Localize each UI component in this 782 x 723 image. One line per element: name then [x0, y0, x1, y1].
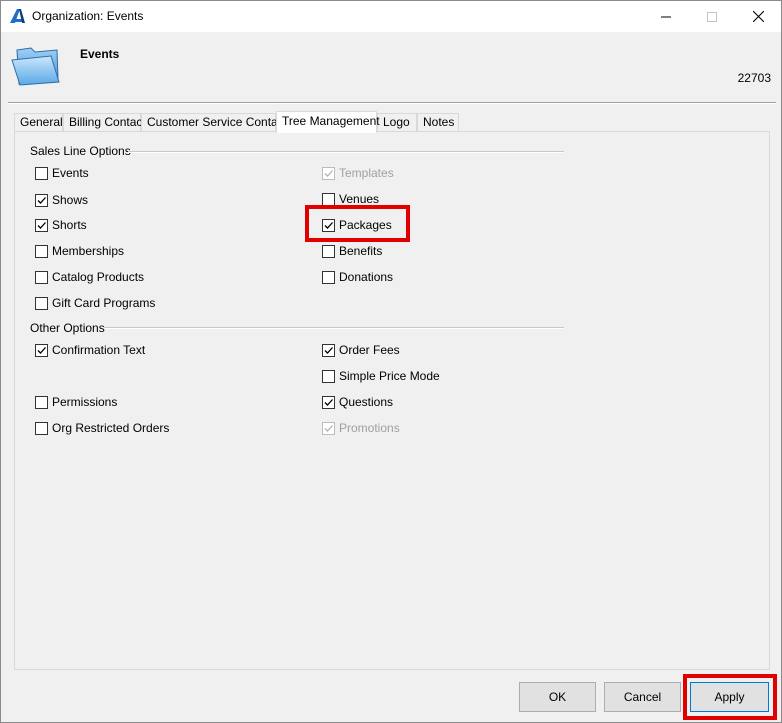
- folder-icon: [11, 47, 60, 86]
- checkmark-icon: [37, 346, 46, 354]
- checkbox-box[interactable]: [35, 296, 48, 310]
- checkbox-label: Questions: [339, 395, 394, 409]
- other-options-divider: [104, 327, 564, 329]
- checkbox-box[interactable]: [322, 369, 335, 383]
- checkbox-label: Order Fees: [339, 343, 400, 357]
- other-options-label: Other Options: [30, 321, 105, 335]
- checkbox-label: Shows: [52, 193, 89, 207]
- apply-button[interactable]: Apply: [690, 682, 769, 712]
- app-logo-icon: [10, 9, 25, 23]
- checkmark-icon: [324, 398, 333, 406]
- checkbox-venues[interactable]: Venues: [322, 191, 379, 207]
- checkbox-donations[interactable]: Donations: [322, 269, 393, 285]
- maximize-button[interactable]: [689, 1, 735, 32]
- checkbox-label: Templates: [339, 166, 394, 180]
- ok-button[interactable]: OK: [519, 682, 596, 712]
- checkmark-icon: [324, 169, 333, 177]
- checkbox-box[interactable]: [35, 421, 48, 435]
- checkbox-label: Packages: [339, 218, 392, 232]
- tab-general[interactable]: General: [14, 113, 63, 132]
- checkbox-box[interactable]: [35, 343, 48, 357]
- checkmark-icon: [324, 221, 333, 229]
- window-title: Organization: Events: [32, 9, 144, 23]
- checkbox-label: Permissions: [52, 395, 118, 409]
- org-id: 22703: [737, 71, 771, 85]
- checkbox-shorts[interactable]: Shorts: [35, 217, 87, 233]
- sales-line-options-divider: [128, 151, 564, 153]
- checkbox-label: Gift Card Programs: [52, 296, 156, 310]
- checkbox-label: Shorts: [52, 218, 87, 232]
- title-bar: Organization: Events: [1, 1, 781, 32]
- checkmark-icon: [37, 196, 46, 204]
- checkbox-box[interactable]: [35, 395, 48, 409]
- checkbox-memberships[interactable]: Memberships: [35, 243, 124, 259]
- checkbox-box[interactable]: [322, 343, 335, 357]
- checkbox-promotions: Promotions: [322, 420, 400, 436]
- tab-notes[interactable]: Notes: [417, 113, 459, 132]
- checkmark-icon: [324, 424, 333, 432]
- tab-customer-service-contact[interactable]: Customer Service Contact: [141, 113, 287, 132]
- checkmark-icon: [324, 346, 333, 354]
- checkbox-box[interactable]: [35, 270, 48, 284]
- checkbox-box: [322, 421, 335, 435]
- header-separator: [8, 102, 776, 104]
- checkbox-templates: Templates: [322, 165, 394, 181]
- header-area: Events 22703: [1, 32, 781, 100]
- tab-billing-contact[interactable]: Billing Contact: [63, 113, 146, 132]
- tab-label: Notes: [423, 115, 455, 129]
- close-icon: [752, 11, 764, 22]
- tab-label: Logo: [383, 115, 410, 129]
- tab-logo[interactable]: Logo: [377, 113, 417, 132]
- checkbox-label: Venues: [339, 192, 380, 206]
- organization-window: Organization: Events Events 22703 Genera…: [0, 0, 782, 723]
- checkbox-label: Org Restricted Orders: [52, 421, 170, 435]
- checkbox-box[interactable]: [322, 395, 335, 409]
- tab-label: Customer Service Contact: [147, 115, 288, 129]
- tab-label: Billing Contact: [69, 115, 146, 129]
- checkbox-benefits[interactable]: Benefits: [322, 243, 382, 259]
- sales-line-options-label: Sales Line Options: [30, 144, 131, 158]
- checkbox-org-restricted-orders[interactable]: Org Restricted Orders: [35, 420, 169, 436]
- checkbox-label: Memberships: [52, 244, 125, 258]
- checkbox-label: Catalog Products: [52, 270, 145, 284]
- checkbox-label: Events: [52, 166, 89, 180]
- checkbox-box[interactable]: [35, 244, 48, 258]
- checkbox-order-fees[interactable]: Order Fees: [322, 342, 400, 358]
- checkbox-label: Benefits: [339, 244, 383, 258]
- checkbox-shows[interactable]: Shows: [35, 192, 88, 208]
- checkbox-label: Simple Price Mode: [339, 369, 440, 383]
- minimize-icon: [661, 16, 671, 17]
- cancel-button[interactable]: Cancel: [604, 682, 681, 712]
- checkmark-icon: [37, 221, 46, 229]
- minimize-button[interactable]: [643, 1, 689, 32]
- checkbox-confirmation-text[interactable]: Confirmation Text: [35, 342, 145, 358]
- checkbox-box[interactable]: [322, 192, 335, 206]
- checkbox-box[interactable]: [322, 244, 335, 258]
- maximize-icon: [707, 11, 717, 22]
- checkbox-box[interactable]: [35, 218, 48, 232]
- checkbox-label: Confirmation Text: [52, 343, 146, 357]
- tab-label: Tree Management: [282, 114, 380, 128]
- checkbox-box[interactable]: [35, 166, 48, 180]
- checkbox-simple-price-mode[interactable]: Simple Price Mode: [322, 368, 440, 384]
- close-window-button[interactable]: [735, 1, 781, 32]
- tab-label: General: [20, 115, 63, 129]
- checkbox-label: Promotions: [339, 421, 400, 435]
- checkbox-permissions[interactable]: Permissions: [35, 394, 117, 410]
- checkbox-box[interactable]: [322, 218, 335, 232]
- checkbox-events[interactable]: Events: [35, 165, 89, 181]
- tab-tree-management[interactable]: Tree Management: [276, 111, 380, 133]
- checkbox-gift-card-programs[interactable]: Gift Card Programs: [35, 295, 155, 311]
- checkbox-box: [322, 166, 335, 180]
- checkbox-box[interactable]: [35, 193, 48, 207]
- checkbox-box[interactable]: [322, 270, 335, 284]
- checkbox-label: Donations: [339, 270, 394, 284]
- checkbox-packages[interactable]: Packages: [322, 217, 392, 233]
- checkbox-catalog-products[interactable]: Catalog Products: [35, 269, 144, 285]
- checkbox-questions[interactable]: Questions: [322, 394, 393, 410]
- org-name: Events: [80, 47, 120, 61]
